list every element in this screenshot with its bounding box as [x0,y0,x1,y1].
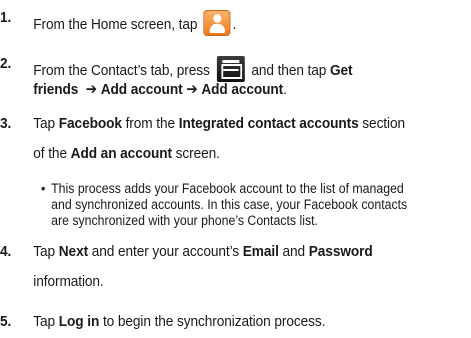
step-number: 5. [0,313,12,330]
menu-key-icon [217,56,245,82]
step-text: and [282,243,306,260]
step-text: . [232,16,237,33]
arrow-icon: ➔ [186,81,198,98]
step-text: Tap [33,243,56,260]
ui-term: Next [58,243,89,260]
step-text: From the Contact’s tab, press [33,62,210,79]
ui-term: Add account [201,81,284,98]
ui-term: Integrated contact accounts [178,115,359,132]
menu-icon-mid-bar [223,69,239,71]
step-number: 3. [0,115,12,132]
step-4-line-1: Tap Next and enter your account’s Email … [33,244,372,259]
ui-term: Get [330,62,353,79]
ui-term: Add account [100,81,183,98]
step-number: 1. [0,9,12,26]
step-1-line-1: From the Home screen, tap . [33,10,236,36]
step-text: Tap [33,115,56,132]
step-3-line-1: Tap Facebook from the Integrated contact… [33,116,405,131]
note-line-2: and synchronized accounts. In this case,… [51,197,408,212]
step-number: 2. [0,55,12,72]
step-text: . [283,81,287,98]
step-text: screen. [175,145,220,162]
menu-icon-frame [221,64,243,79]
step-5-line-1: Tap Log in to begin the synchronization … [33,314,325,329]
ui-term: Log in [58,313,100,330]
ui-term: Password [308,243,373,260]
step-3-line-2: of the Add an account screen. [33,146,220,161]
step-text: to begin the synchronization process. [102,313,326,330]
instructions-page: 1. From the Home screen, tap . 2. From t… [0,0,471,338]
bullet-dot: • [41,181,46,196]
step-2-line-2: friends ➔ Add account ➔ Add account. [33,82,287,97]
step-text: From the Home screen, tap [33,16,198,33]
step-text: from the [125,115,176,132]
ui-term: Add an account [70,145,172,162]
step-4-line-2: information. [33,274,103,289]
menu-icon-top-bar [222,60,240,63]
step-text: section [362,115,405,132]
ui-term: Facebook [58,115,122,132]
step-number: 4. [0,243,12,260]
contacts-app-icon [203,10,231,36]
note-line-1: This process adds your Facebook account … [51,181,404,196]
step-2-line-1: From the Contact’s tab, press and then t… [33,56,353,82]
step-text: of the [33,145,67,162]
step-text: Tap [33,313,56,330]
step-text: information. [33,273,104,290]
ui-term: Email [242,243,279,260]
contact-head-shape [213,14,222,23]
contact-torso-shape [210,24,226,33]
arrow-icon: ➔ [85,81,98,98]
step-text: and enter your account’s [91,243,240,260]
step-text: and then tap [251,62,327,79]
note-line-3: are synchronized with your phone’s Conta… [51,213,318,228]
ui-term: friends [33,81,79,98]
